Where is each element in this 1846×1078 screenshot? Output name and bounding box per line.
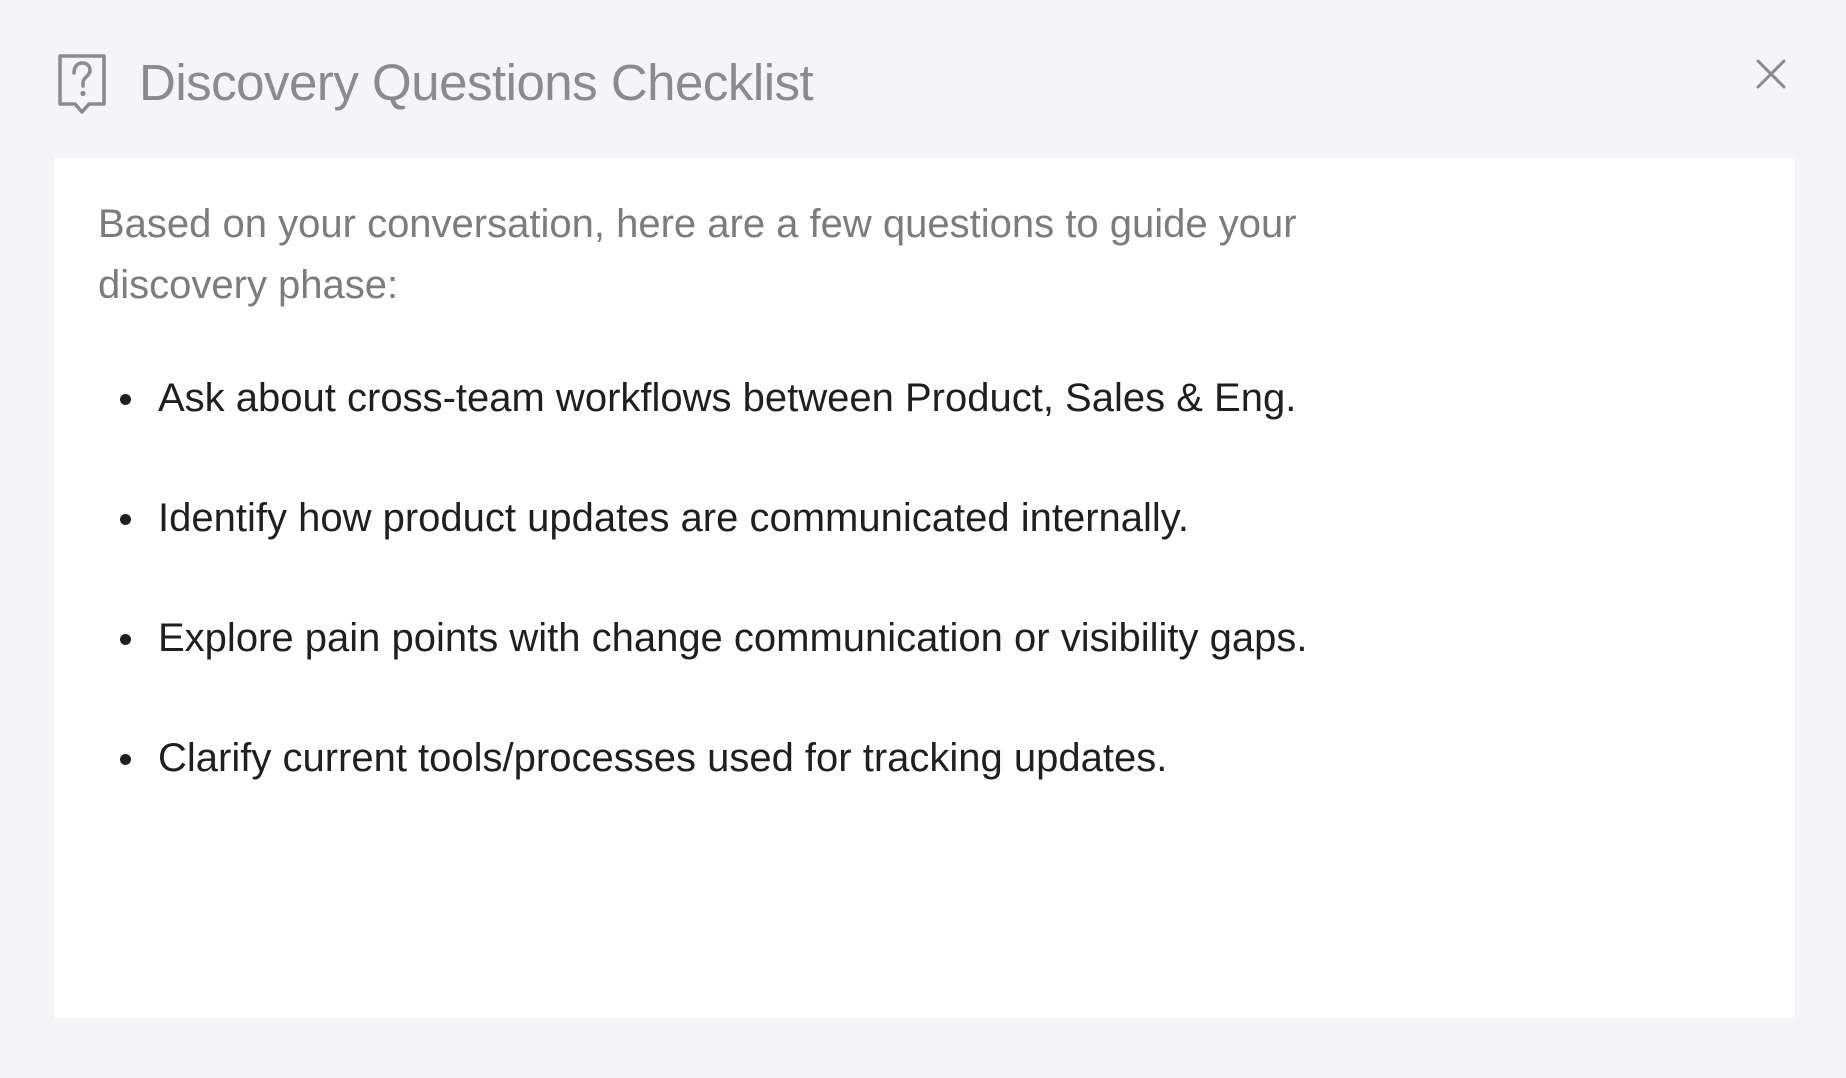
dialog-header: Discovery Questions Checklist [0,0,1846,158]
bullet-dot [120,754,131,765]
intro-text: Based on your conversation, here are a f… [98,202,1297,307]
question-text: Clarify current tools/processes used for… [158,736,1168,780]
bullet-dot [120,634,131,645]
question-text: Ask about cross-team workflows between P… [158,376,1297,420]
dialog-title: Discovery Questions Checklist [139,54,814,111]
question-bubble-icon [56,52,108,116]
questions-list: Ask about cross-team workflows between P… [98,370,1307,850]
question-item: Ask about cross-team workflows between P… [98,370,1307,490]
question-item: Clarify current tools/processes used for… [98,730,1307,850]
question-text: Identify how product updates are communi… [158,496,1189,540]
question-text: Explore pain points with change communic… [158,616,1308,660]
checklist-panel: Based on your conversation, here are a f… [54,158,1794,1018]
bullet-dot [120,514,131,525]
close-button[interactable] [1753,56,1789,92]
question-item: Explore pain points with change communic… [98,610,1307,730]
question-item: Identify how product updates are communi… [98,490,1307,610]
close-icon[interactable] [1753,56,1789,92]
bullet-dot [120,394,131,405]
